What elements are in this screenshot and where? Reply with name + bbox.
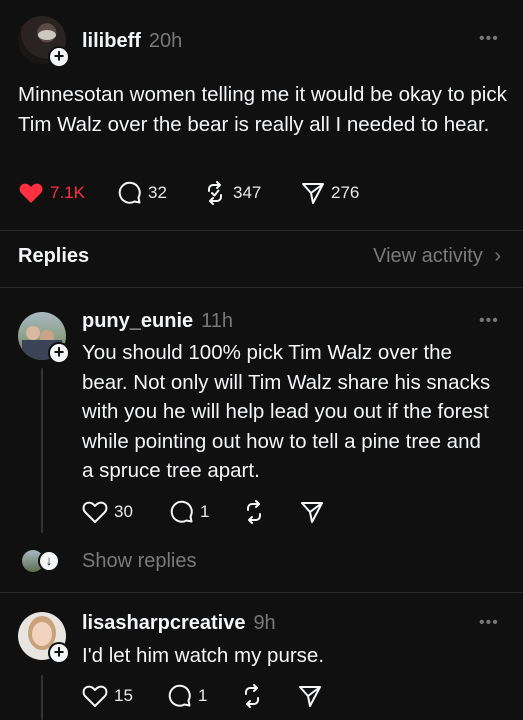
follow-plus-icon[interactable]: + bbox=[48, 642, 70, 664]
like-count: 7.1K bbox=[50, 183, 85, 202]
heart-icon bbox=[82, 501, 108, 523]
share-button[interactable] bbox=[300, 500, 324, 524]
like-button[interactable]: 7.1K bbox=[18, 181, 118, 205]
reply-actions: 30 1 bbox=[82, 500, 324, 524]
reply-avatars-stack[interactable]: ↓ bbox=[22, 550, 62, 574]
timestamp: 11h bbox=[201, 310, 234, 332]
share-icon bbox=[301, 502, 323, 523]
post-text: Minnesotan women telling me it would be … bbox=[18, 83, 507, 136]
thread-line bbox=[41, 368, 43, 533]
repost-count: 347 bbox=[233, 183, 262, 202]
share-count: 276 bbox=[331, 183, 360, 202]
repost-button[interactable] bbox=[242, 500, 300, 524]
reply-text: You should 100% pick Tim Walz over the b… bbox=[82, 341, 491, 482]
view-activity-label: View activity bbox=[373, 245, 483, 267]
comment-icon bbox=[168, 684, 191, 707]
chevron-right-icon: › bbox=[494, 245, 501, 267]
reply-username[interactable]: puny_eunie 11h bbox=[82, 310, 233, 333]
divider bbox=[0, 592, 523, 593]
post-username[interactable]: lilibeff 20h bbox=[82, 30, 182, 53]
divider bbox=[0, 230, 523, 231]
comment-button[interactable]: 1 bbox=[170, 500, 242, 524]
like-button[interactable]: 30 bbox=[82, 500, 170, 524]
comment-icon bbox=[170, 500, 193, 523]
more-icon[interactable]: ••• bbox=[479, 30, 499, 48]
avatar[interactable]: + bbox=[18, 16, 70, 68]
heart-icon bbox=[19, 183, 43, 203]
like-count: 15 bbox=[114, 686, 133, 705]
username-text[interactable]: lilibeff bbox=[82, 30, 141, 52]
avatar[interactable]: + bbox=[18, 312, 70, 364]
comment-button[interactable]: 32 bbox=[118, 181, 203, 205]
share-icon bbox=[299, 686, 321, 707]
reply-text: I'd let him watch my purse. bbox=[82, 644, 325, 667]
comment-button[interactable]: 1 bbox=[168, 684, 240, 708]
comment-count: 32 bbox=[148, 183, 167, 202]
username-text[interactable]: lisasharpcreative bbox=[82, 612, 245, 634]
share-button[interactable] bbox=[298, 684, 322, 708]
avatar[interactable]: + bbox=[18, 612, 70, 664]
reply-username[interactable]: lisasharpcreative 9h bbox=[82, 612, 276, 635]
down-arrow-icon: ↓ bbox=[38, 550, 60, 572]
post-actions: 7.1K 32 347 276 bbox=[18, 181, 359, 205]
follow-plus-icon[interactable]: + bbox=[48, 342, 70, 364]
heart-icon bbox=[82, 685, 108, 707]
comment-count: 1 bbox=[200, 502, 210, 521]
view-activity-link[interactable]: View activity › bbox=[373, 245, 501, 268]
follow-plus-icon[interactable]: + bbox=[48, 46, 70, 68]
share-button[interactable]: 276 bbox=[301, 181, 359, 205]
more-icon[interactable]: ••• bbox=[479, 312, 499, 330]
like-button[interactable]: 15 bbox=[82, 684, 168, 708]
comment-icon bbox=[118, 181, 141, 204]
more-icon[interactable]: ••• bbox=[479, 614, 499, 632]
repost-icon bbox=[208, 181, 222, 205]
username-text[interactable]: puny_eunie bbox=[82, 310, 193, 332]
share-icon bbox=[302, 183, 324, 204]
repost-button[interactable]: 347 bbox=[203, 181, 301, 205]
show-replies-link[interactable]: Show replies bbox=[82, 550, 197, 573]
thread-line bbox=[41, 675, 43, 720]
repost-icon bbox=[245, 684, 259, 708]
divider bbox=[0, 287, 523, 288]
timestamp: 9h bbox=[253, 612, 276, 634]
replies-heading: Replies bbox=[18, 245, 90, 267]
comment-count: 1 bbox=[198, 686, 208, 705]
repost-icon bbox=[247, 500, 261, 524]
timestamp: 20h bbox=[148, 30, 183, 52]
repost-button[interactable] bbox=[240, 684, 298, 708]
like-count: 30 bbox=[114, 502, 133, 521]
reply-actions: 15 1 bbox=[82, 684, 322, 708]
